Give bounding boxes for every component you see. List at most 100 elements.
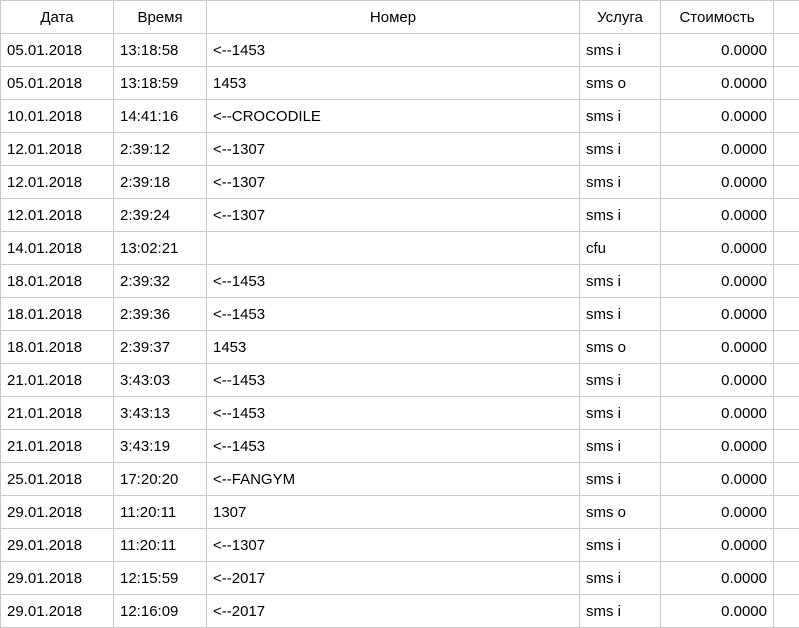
cell-time: 2:39:12 [114, 133, 207, 166]
cell-date: 12.01.2018 [1, 199, 114, 232]
cell-tail [774, 496, 799, 529]
table-row: 21.01.20183:43:13<--1453sms i0.0000 [1, 397, 799, 430]
cell-cost: 0.0000 [661, 133, 774, 166]
cell-number: <--1307 [207, 133, 580, 166]
cell-service: sms i [580, 364, 661, 397]
cell-cost: 0.0000 [661, 166, 774, 199]
cell-cost: 0.0000 [661, 232, 774, 265]
header-cost: Стоимость [661, 1, 774, 34]
table-row: 29.01.201811:20:11<--1307sms i0.0000 [1, 529, 799, 562]
cell-time: 13:18:58 [114, 34, 207, 67]
cell-date: 29.01.2018 [1, 529, 114, 562]
cell-tail [774, 397, 799, 430]
cell-service: sms o [580, 496, 661, 529]
table-row: 05.01.201813:18:591453sms o0.0000 [1, 67, 799, 100]
cell-number: <--CROCODILE [207, 100, 580, 133]
cell-cost: 0.0000 [661, 331, 774, 364]
cell-time: 2:39:37 [114, 331, 207, 364]
cell-cost: 0.0000 [661, 199, 774, 232]
cell-cost: 0.0000 [661, 595, 774, 628]
cell-time: 3:43:03 [114, 364, 207, 397]
cell-cost: 0.0000 [661, 463, 774, 496]
cell-cost: 0.0000 [661, 430, 774, 463]
header-number: Номер [207, 1, 580, 34]
cell-tail [774, 34, 799, 67]
cell-date: 21.01.2018 [1, 397, 114, 430]
cell-cost: 0.0000 [661, 100, 774, 133]
cell-time: 12:16:09 [114, 595, 207, 628]
cell-service: sms i [580, 166, 661, 199]
cell-number: 1307 [207, 496, 580, 529]
cell-tail [774, 232, 799, 265]
cell-time: 11:20:11 [114, 529, 207, 562]
cell-tail [774, 133, 799, 166]
cell-time: 11:20:11 [114, 496, 207, 529]
cell-service: cfu [580, 232, 661, 265]
cell-number: 1453 [207, 67, 580, 100]
cell-cost: 0.0000 [661, 364, 774, 397]
cell-number: <--1453 [207, 430, 580, 463]
table-row: 21.01.20183:43:19<--1453sms i0.0000 [1, 430, 799, 463]
cell-time: 3:43:19 [114, 430, 207, 463]
table-row: 25.01.201817:20:20<--FANGYMsms i0.0000 [1, 463, 799, 496]
cell-time: 13:18:59 [114, 67, 207, 100]
table-row: 21.01.20183:43:03<--1453sms i0.0000 [1, 364, 799, 397]
cell-tail [774, 595, 799, 628]
cell-date: 14.01.2018 [1, 232, 114, 265]
cell-tail [774, 463, 799, 496]
cell-tail [774, 100, 799, 133]
cell-tail [774, 67, 799, 100]
cell-service: sms i [580, 463, 661, 496]
cell-tail [774, 529, 799, 562]
table-row: 12.01.20182:39:18<--1307sms i0.0000 [1, 166, 799, 199]
cell-time: 14:41:16 [114, 100, 207, 133]
table-row: 10.01.201814:41:16<--CROCODILEsms i0.000… [1, 100, 799, 133]
cell-number: <--FANGYM [207, 463, 580, 496]
cell-tail [774, 265, 799, 298]
cell-time: 13:02:21 [114, 232, 207, 265]
table-row: 18.01.20182:39:36<--1453sms i0.0000 [1, 298, 799, 331]
cell-number: <--1307 [207, 166, 580, 199]
cell-cost: 0.0000 [661, 67, 774, 100]
cell-time: 17:20:20 [114, 463, 207, 496]
table-row: 14.01.201813:02:21 cfu0.0000 [1, 232, 799, 265]
cell-number: <--1307 [207, 529, 580, 562]
cell-cost: 0.0000 [661, 34, 774, 67]
cell-service: sms i [580, 397, 661, 430]
cell-date: 29.01.2018 [1, 496, 114, 529]
table-row: 29.01.201811:20:111307sms o0.0000 [1, 496, 799, 529]
cell-cost: 0.0000 [661, 496, 774, 529]
cell-date: 10.01.2018 [1, 100, 114, 133]
cell-date: 05.01.2018 [1, 34, 114, 67]
cell-cost: 0.0000 [661, 397, 774, 430]
cell-number: <--1307 [207, 199, 580, 232]
cell-date: 21.01.2018 [1, 430, 114, 463]
cell-service: sms i [580, 430, 661, 463]
cell-service: sms o [580, 331, 661, 364]
cell-date: 29.01.2018 [1, 595, 114, 628]
call-log-table: Дата Время Номер Услуга Стоимость 05.01.… [0, 0, 799, 628]
cell-number: 1453 [207, 331, 580, 364]
table-row: 18.01.20182:39:371453sms o0.0000 [1, 331, 799, 364]
table-row: 05.01.201813:18:58<--1453sms i0.0000 [1, 34, 799, 67]
cell-date: 12.01.2018 [1, 133, 114, 166]
cell-cost: 0.0000 [661, 298, 774, 331]
header-row: Дата Время Номер Услуга Стоимость [1, 1, 799, 34]
cell-service: sms i [580, 199, 661, 232]
cell-date: 12.01.2018 [1, 166, 114, 199]
cell-service: sms i [580, 298, 661, 331]
table-row: 12.01.20182:39:24<--1307sms i0.0000 [1, 199, 799, 232]
cell-number: <--1453 [207, 397, 580, 430]
cell-number: <--1453 [207, 265, 580, 298]
cell-date: 18.01.2018 [1, 265, 114, 298]
header-time: Время [114, 1, 207, 34]
cell-service: sms i [580, 595, 661, 628]
cell-tail [774, 166, 799, 199]
cell-date: 18.01.2018 [1, 331, 114, 364]
cell-number: <--1453 [207, 298, 580, 331]
cell-time: 2:39:18 [114, 166, 207, 199]
cell-date: 25.01.2018 [1, 463, 114, 496]
cell-tail [774, 199, 799, 232]
cell-tail [774, 331, 799, 364]
cell-service: sms i [580, 562, 661, 595]
